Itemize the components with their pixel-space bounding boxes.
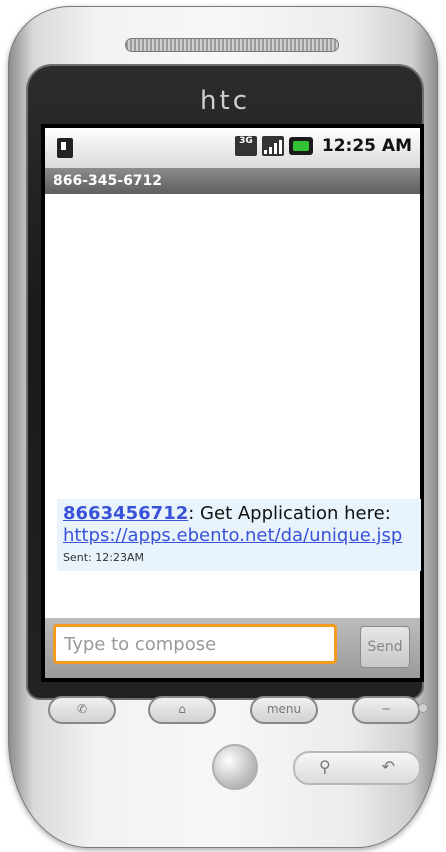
- status-icons: 3G 12:25 AM: [234, 136, 412, 156]
- conversation-title: 866-345-6712: [45, 168, 420, 194]
- end-call-icon: ─: [382, 702, 390, 716]
- home-button[interactable]: ⌂: [148, 696, 216, 724]
- led-indicator: [418, 703, 428, 713]
- call-icon: ✆: [76, 702, 88, 716]
- menu-button[interactable]: menu: [250, 696, 318, 724]
- battery-icon: [288, 137, 313, 155]
- home-icon: ⌂: [178, 702, 186, 716]
- search-icon[interactable]: ⚲: [319, 757, 331, 776]
- message-text: Get Application here:: [200, 503, 391, 524]
- back-icon[interactable]: ↶: [382, 757, 395, 776]
- signal-icon: [261, 136, 284, 156]
- hardware-keys: ✆ ⌂ menu ─: [26, 696, 436, 726]
- message-thread[interactable]: 8663456712: Get Application here: https:…: [45, 194, 421, 618]
- status-time: 12:25 AM: [321, 136, 412, 156]
- send-button[interactable]: Send: [360, 626, 410, 668]
- call-button[interactable]: ✆: [48, 696, 116, 724]
- search-back-rocker: ⚲ ↶: [293, 751, 421, 785]
- phone-device: htc 3G 12:25 AM 866-345-6712 8663456712:…: [8, 6, 438, 848]
- message-url-link[interactable]: https://apps.ebento.net/da/unique.jsp: [63, 525, 402, 546]
- screen: 3G 12:25 AM 866-345-6712 8663456712: Get…: [41, 124, 424, 682]
- end-call-button[interactable]: ─: [352, 696, 420, 724]
- brand-logo: htc: [200, 86, 250, 116]
- sender-link[interactable]: 8663456712: [63, 503, 188, 524]
- 3g-icon: 3G: [234, 136, 257, 156]
- trackball[interactable]: [212, 744, 258, 790]
- sent-timestamp: Sent: 12:23AM: [63, 551, 144, 564]
- compose-bar: Send: [45, 618, 420, 678]
- sender-separator: :: [188, 503, 201, 524]
- message-bubble[interactable]: 8663456712: Get Application here: https:…: [57, 499, 421, 571]
- compose-input[interactable]: [53, 624, 337, 664]
- speaker-grille: [125, 38, 339, 52]
- status-bar: 3G 12:25 AM: [45, 128, 420, 168]
- sim-card-icon: [57, 138, 73, 158]
